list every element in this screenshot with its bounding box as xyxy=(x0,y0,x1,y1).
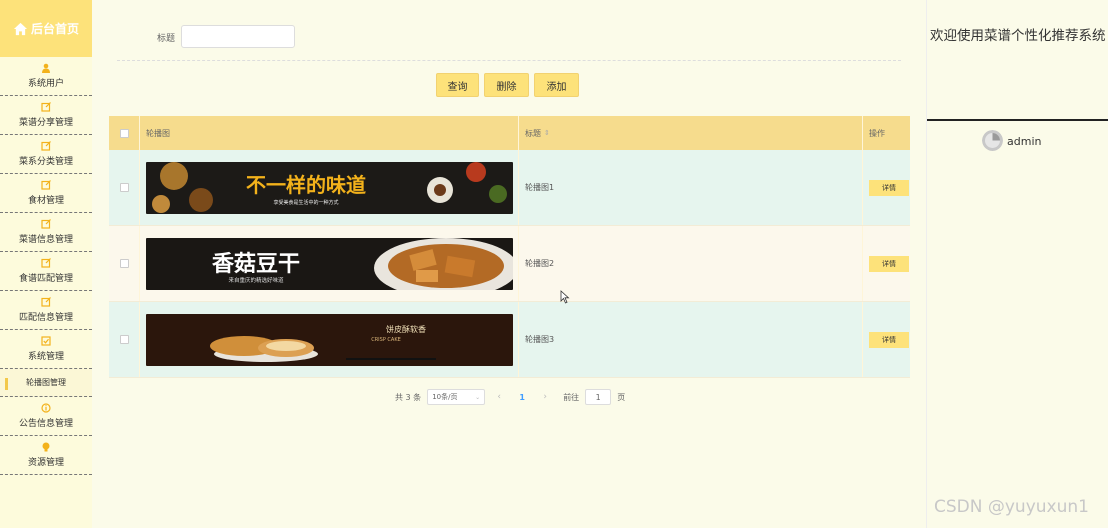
checkbox-icon xyxy=(41,336,51,346)
sidebar-item-ingredients[interactable]: 食材管理 xyxy=(0,174,92,213)
sidebar-item-label: 匹配信息管理 xyxy=(18,313,73,323)
sidebar-item-recipe-share[interactable]: 菜谱分享管理 xyxy=(0,96,92,135)
row-checkbox[interactable] xyxy=(119,335,129,344)
table-body: 不一样的味道 享受美食是生活中的一种方式 轮播图1 详情 香菇豆干 来自重庆的精… xyxy=(109,150,910,378)
sidebar-item-announcements[interactable]: 公告信息管理 xyxy=(0,397,92,436)
svg-text:饼皮酥软香: 饼皮酥软香 xyxy=(386,324,426,334)
sidebar-item-match-info[interactable]: 匹配信息管理 xyxy=(0,291,92,330)
welcome-text: 欢迎使用菜谱个性化推荐系统 xyxy=(930,28,1106,44)
delete-button[interactable]: 删除 xyxy=(484,73,529,97)
next-page-icon[interactable]: › xyxy=(537,392,553,402)
carousel-image-1: 不一样的味道 享受美食是生活中的一种方式 xyxy=(146,161,513,214)
sidebar-item-system-users[interactable]: 系统用户 xyxy=(0,57,92,96)
header-action: 操作 xyxy=(869,128,885,138)
detail-button[interactable]: 详情 xyxy=(869,179,909,196)
sidebar-item-label: 系统用户 xyxy=(27,79,64,89)
sidebar-item-system-management[interactable]: 系统管理 xyxy=(0,330,92,369)
row-checkbox[interactable] xyxy=(119,259,129,268)
header-title[interactable]: 标题 xyxy=(525,128,541,139)
page-number-current[interactable]: 1 xyxy=(513,393,531,402)
svg-text:享受美食是生活中的一种方式: 享受美食是生活中的一种方式 xyxy=(273,199,338,206)
pagination: 共 3 条 10条/页 ⌄ ‹ 1 › 前往 1 页 xyxy=(395,389,625,405)
sidebar-item-recipe-info[interactable]: 菜谱信息管理 xyxy=(0,213,92,252)
sidebar-home-label: 后台首页 xyxy=(30,22,79,36)
sidebar-item-label: 菜系分类管理 xyxy=(18,157,73,167)
sidebar-item-label: 轮播图管理 xyxy=(26,378,66,387)
page-suffix: 页 xyxy=(617,392,626,402)
sidebar-item-label: 资源管理 xyxy=(27,458,64,468)
row-checkbox[interactable] xyxy=(119,183,129,192)
user-icon xyxy=(42,63,50,73)
page-size-value: 10条/页 xyxy=(432,393,458,401)
goto-label: 前往 xyxy=(563,392,580,402)
svg-text:不一样的味道: 不一样的味道 xyxy=(246,173,366,197)
row-title: 轮播图1 xyxy=(525,183,555,192)
sidebar-item-recipe-match[interactable]: 食谱匹配管理 xyxy=(0,252,92,291)
active-indicator xyxy=(5,378,8,390)
info-icon xyxy=(41,403,51,413)
mouse-cursor-icon xyxy=(560,290,570,304)
sidebar-item-carousel[interactable]: 轮播图管理 xyxy=(0,369,92,397)
sort-icon[interactable]: ⇕ xyxy=(544,129,550,137)
sidebar-item-label: 食谱匹配管理 xyxy=(18,274,73,284)
table-header: 轮播图 标题 ⇕ 操作 xyxy=(109,116,910,150)
carousel-table: 轮播图 标题 ⇕ 操作 不一样的味道 享受美食是生活中的一种方式 轮播图1 详情… xyxy=(109,116,910,378)
main-content: 标题 查询 删除 添加 轮播图 标题 ⇕ 操作 不一样的味道 享受美食是生活中的… xyxy=(92,0,926,528)
search-label: 标题 xyxy=(157,34,176,44)
edit-icon xyxy=(41,297,51,307)
svg-text:CRISP CAKE: CRISP CAKE xyxy=(371,337,401,343)
table-row: 香菇豆干 来自重庆的精选好味道 轮播图2 详情 xyxy=(109,226,910,302)
sidebar-item-label: 系统管理 xyxy=(27,352,64,362)
pagination-total: 共 3 条 xyxy=(395,392,422,402)
edit-icon xyxy=(41,141,51,151)
prev-page-icon[interactable]: ‹ xyxy=(491,392,507,402)
sidebar-item-label: 菜谱信息管理 xyxy=(18,235,73,245)
sidebar: 后台首页 系统用户 菜谱分享管理 菜系分类管理 食材管理 菜谱信息管理 食谱匹配… xyxy=(0,0,92,528)
query-button[interactable]: 查询 xyxy=(436,73,479,97)
row-title: 轮播图3 xyxy=(525,335,555,344)
header-image: 轮播图 xyxy=(146,128,170,138)
avatar[interactable] xyxy=(982,130,1003,151)
title-search-input[interactable] xyxy=(181,25,295,48)
edit-icon xyxy=(41,180,51,190)
chevron-down-icon: ⌄ xyxy=(475,393,481,401)
svg-text:来自重庆的精选好味道: 来自重庆的精选好味道 xyxy=(228,276,284,284)
home-icon xyxy=(13,22,28,35)
select-all-checkbox[interactable] xyxy=(119,128,129,138)
edit-icon xyxy=(41,102,51,112)
edit-icon xyxy=(41,258,51,268)
right-panel: 欢迎使用菜谱个性化推荐系统 admin CSDN @yuyuxun1 xyxy=(926,0,1108,528)
edit-icon xyxy=(41,219,51,229)
add-button[interactable]: 添加 xyxy=(534,73,579,97)
table-row: 饼皮酥软香 CRISP CAKE 轮播图3 详情 xyxy=(109,302,910,378)
detail-button[interactable]: 详情 xyxy=(869,331,909,348)
carousel-image-2: 香菇豆干 来自重庆的精选好味道 xyxy=(146,237,513,290)
sidebar-item-cuisine-category[interactable]: 菜系分类管理 xyxy=(0,135,92,174)
goto-page-value: 1 xyxy=(595,392,601,402)
sidebar-item-resources[interactable]: 资源管理 xyxy=(0,436,92,475)
detail-button[interactable]: 详情 xyxy=(869,255,909,272)
sidebar-item-label: 菜谱分享管理 xyxy=(18,118,73,128)
bulb-icon xyxy=(42,442,50,452)
row-title: 轮播图2 xyxy=(525,259,555,268)
goto-page-input[interactable]: 1 xyxy=(585,389,612,405)
watermark: CSDN @yuyuxun1 xyxy=(934,497,1089,517)
username[interactable]: admin xyxy=(1007,135,1041,148)
svg-text:香菇豆干: 香菇豆干 xyxy=(212,251,300,277)
sidebar-home[interactable]: 后台首页 xyxy=(0,0,92,57)
divider xyxy=(117,60,901,61)
sidebar-item-label: 食材管理 xyxy=(27,196,64,206)
table-row: 不一样的味道 享受美食是生活中的一种方式 轮播图1 详情 xyxy=(109,150,910,226)
divider xyxy=(927,119,1108,121)
page-size-select[interactable]: 10条/页 ⌄ xyxy=(427,389,486,405)
sidebar-item-label: 公告信息管理 xyxy=(18,419,73,429)
carousel-image-3: 饼皮酥软香 CRISP CAKE xyxy=(146,313,513,366)
